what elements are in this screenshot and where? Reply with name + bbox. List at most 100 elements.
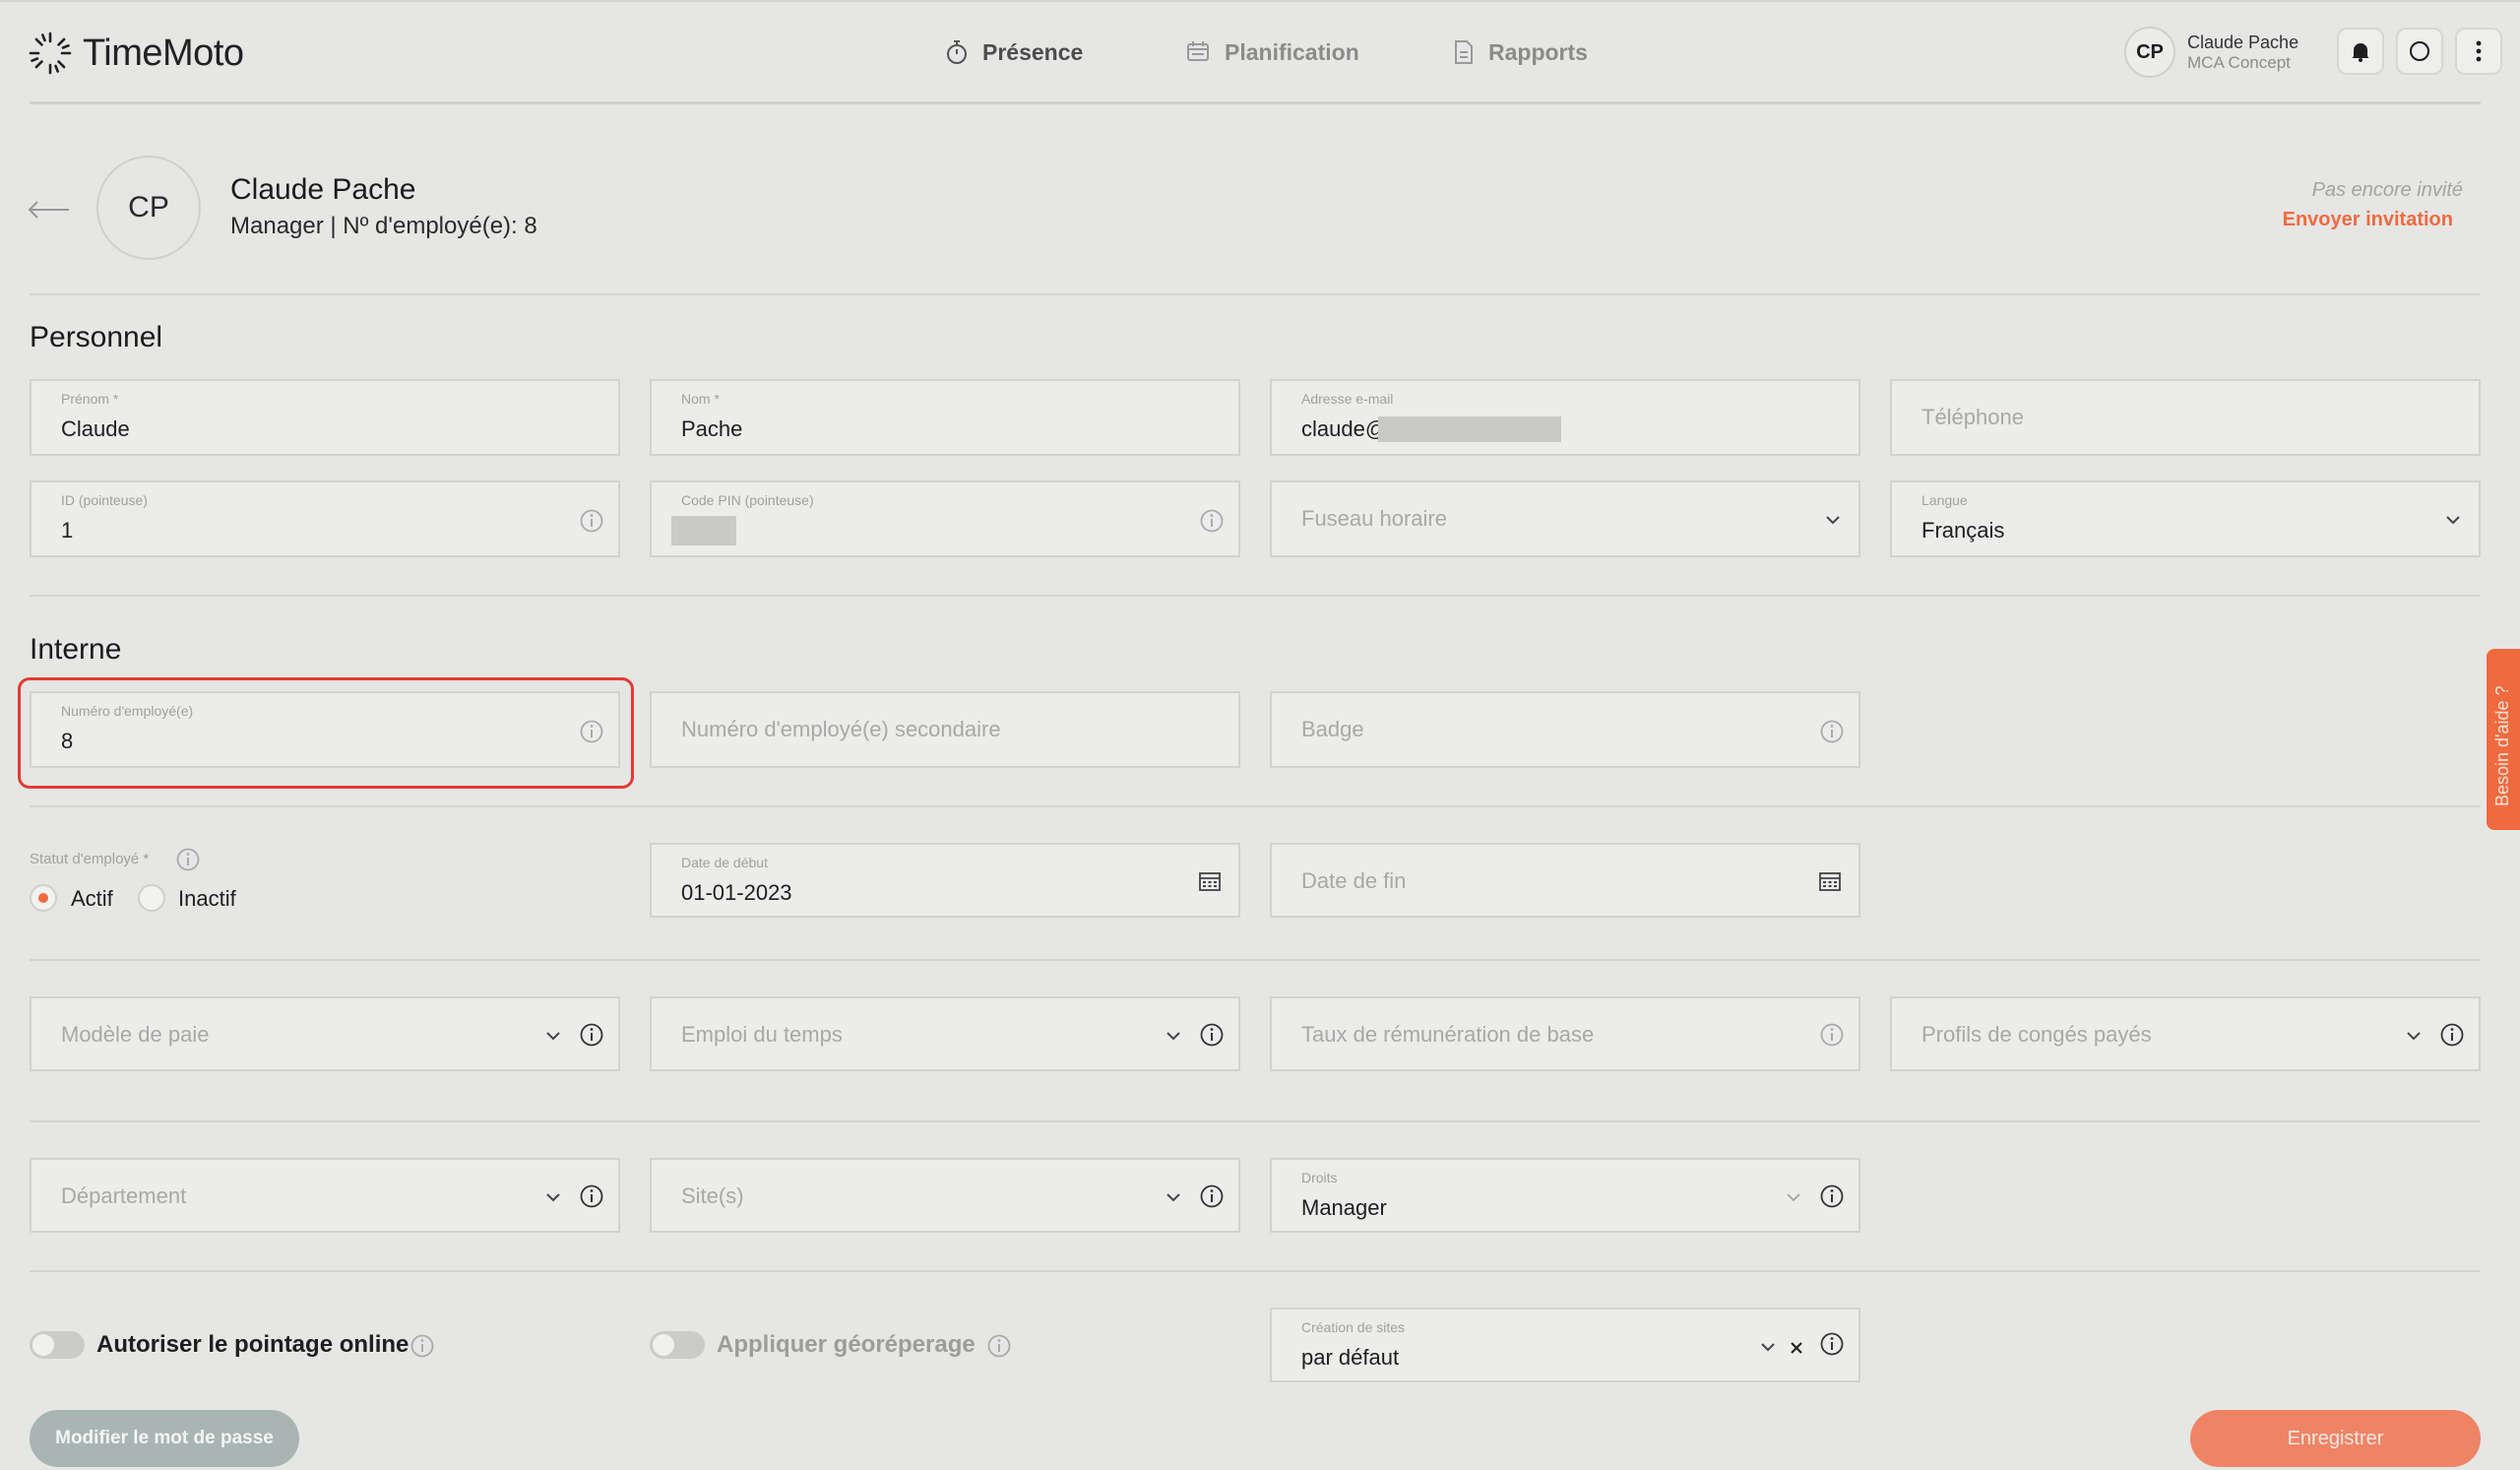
help-tab[interactable]: Besoin d'aide ? <box>2487 649 2520 830</box>
calendar-icon[interactable] <box>1197 868 1223 894</box>
nav-planning[interactable]: Planification <box>1185 30 1359 75</box>
start-date-field[interactable]: Date de début 01-01-2023 <box>650 843 1240 918</box>
secondary-employee-number-field[interactable]: Numéro d'employé(e) secondaire <box>650 691 1240 768</box>
geofencing-toggle[interactable] <box>650 1331 705 1359</box>
info-icon[interactable] <box>579 719 604 744</box>
end-date-field[interactable]: Date de fin <box>1270 843 1860 918</box>
send-invitation-link[interactable]: Envoyer invitation <box>2283 209 2453 231</box>
first-name-label: Prénom * <box>61 391 119 407</box>
sites-placeholder: Site(s) <box>681 1183 744 1208</box>
info-icon[interactable] <box>410 1333 435 1359</box>
divider <box>30 805 2481 807</box>
site-creation-select[interactable]: Création de sites par défaut <box>1270 1308 1860 1382</box>
pay-model-select[interactable]: Modèle de paie <box>30 996 620 1071</box>
email-label: Adresse e-mail <box>1301 391 1394 407</box>
chevron-down-icon <box>1166 1193 1180 1202</box>
info-icon[interactable] <box>579 1022 604 1048</box>
secondary-number-placeholder: Numéro d'employé(e) secondaire <box>681 717 1001 741</box>
profile-subtitle: Manager | Nº d'employé(e): 8 <box>230 213 537 239</box>
info-icon[interactable] <box>175 847 201 872</box>
save-button[interactable]: Enregistrer <box>2190 1410 2481 1467</box>
rights-select[interactable]: Droits Manager <box>1270 1158 1860 1233</box>
info-icon[interactable] <box>579 1183 604 1209</box>
phone-field[interactable]: Téléphone <box>1890 379 2481 456</box>
user-menu[interactable]: CP Claude Pache MCA Concept <box>2124 27 2299 78</box>
schedule-select[interactable]: Emploi du temps <box>650 996 1240 1071</box>
status-inactive-label[interactable]: Inactif <box>178 886 236 912</box>
geofencing-label: Appliquer géoréperage <box>717 1331 976 1358</box>
info-icon[interactable] <box>2439 1022 2465 1048</box>
sunburst-logo-icon <box>29 32 72 75</box>
change-password-button[interactable]: Modifier le mot de passe <box>30 1410 299 1467</box>
user-avatar: CP <box>2124 27 2175 78</box>
info-icon[interactable] <box>1819 1183 1845 1209</box>
chevron-down-icon <box>546 1193 560 1202</box>
back-arrow-icon[interactable] <box>28 197 71 223</box>
pin-code-field[interactable]: Code PIN (pointeuse) <box>650 480 1240 557</box>
chevron-down-icon <box>1787 1193 1800 1202</box>
info-icon[interactable] <box>1199 1022 1225 1048</box>
language-select[interactable]: Langue Français <box>1890 480 2481 557</box>
clock-id-field[interactable]: ID (pointeuse) 1 <box>30 480 620 557</box>
online-clocking-toggle[interactable] <box>30 1331 85 1359</box>
first-name-field[interactable]: Prénom * Claude <box>30 379 620 456</box>
divider <box>30 1270 2481 1272</box>
clock-id-value: 1 <box>61 518 74 543</box>
status-active-radio[interactable] <box>30 884 57 912</box>
pin-redaction <box>671 516 736 545</box>
chevron-down-icon <box>1826 516 1840 525</box>
chevron-down-icon <box>1761 1343 1775 1352</box>
email-value: claude@ <box>1301 416 1388 441</box>
clear-x-icon[interactable] <box>1788 1339 1805 1357</box>
last-name-field[interactable]: Nom * Pache <box>650 379 1240 456</box>
divider <box>30 293 2481 295</box>
dark-mode-button[interactable] <box>2396 28 2443 75</box>
notifications-button[interactable] <box>2337 28 2384 75</box>
info-icon[interactable] <box>579 508 604 534</box>
info-icon[interactable] <box>1819 1022 1845 1048</box>
user-org: MCA Concept <box>2187 53 2291 72</box>
end-date-placeholder: Date de fin <box>1301 868 1407 893</box>
calendar-icon[interactable] <box>1817 868 1843 894</box>
help-tab-label: Besoin d'aide ? <box>2492 685 2512 806</box>
employee-number-field[interactable]: Numéro d'employé(e) 8 <box>30 691 620 768</box>
app-name: TimeMoto <box>83 32 244 74</box>
stopwatch-icon <box>947 40 967 64</box>
start-date-label: Date de début <box>681 855 768 870</box>
base-rate-placeholder: Taux de rémunération de base <box>1301 1022 1595 1047</box>
timezone-select[interactable]: Fuseau horaire <box>1270 480 1860 557</box>
nav-presence-label: Présence <box>982 38 1084 65</box>
employee-status-label: Statut d'employé * <box>30 851 150 867</box>
section-title-personal: Personnel <box>30 321 163 353</box>
sites-select[interactable]: Site(s) <box>650 1158 1240 1233</box>
employee-number-label: Numéro d'employé(e) <box>61 703 194 719</box>
info-icon[interactable] <box>1199 1183 1225 1209</box>
info-icon[interactable] <box>1819 1331 1845 1357</box>
report-icon <box>1455 40 1473 64</box>
rights-label: Droits <box>1301 1170 1338 1185</box>
kebab-menu-icon <box>2476 40 2482 62</box>
last-name-label: Nom * <box>681 391 720 407</box>
nav-reports-label: Rapports <box>1488 38 1588 65</box>
department-select[interactable]: Département <box>30 1158 620 1233</box>
nav-presence[interactable]: Présence <box>945 30 1083 75</box>
badge-field[interactable]: Badge <box>1270 691 1860 768</box>
chevron-down-icon <box>1166 1032 1180 1041</box>
nav-reports[interactable]: Rapports <box>1453 30 1588 75</box>
online-clocking-label: Autoriser le pointage online <box>96 1331 410 1358</box>
status-active-label[interactable]: Actif <box>71 886 113 912</box>
email-field[interactable]: Adresse e-mail claude@ <box>1270 379 1860 456</box>
info-icon[interactable] <box>986 1333 1012 1359</box>
info-icon[interactable] <box>1819 719 1845 744</box>
clock-id-label: ID (pointeuse) <box>61 492 148 508</box>
more-options-button[interactable] <box>2455 28 2502 75</box>
language-value: Français <box>1922 518 2005 543</box>
status-inactive-radio[interactable] <box>138 884 165 912</box>
profile-name: Claude Pache <box>230 173 416 206</box>
timezone-placeholder: Fuseau horaire <box>1301 506 1447 531</box>
base-rate-field[interactable]: Taux de rémunération de base <box>1270 996 1860 1071</box>
app-logo[interactable]: TimeMoto <box>28 28 244 79</box>
leave-profiles-select[interactable]: Profils de congés payés <box>1890 996 2481 1071</box>
info-icon[interactable] <box>1199 508 1225 534</box>
department-placeholder: Département <box>61 1183 187 1208</box>
